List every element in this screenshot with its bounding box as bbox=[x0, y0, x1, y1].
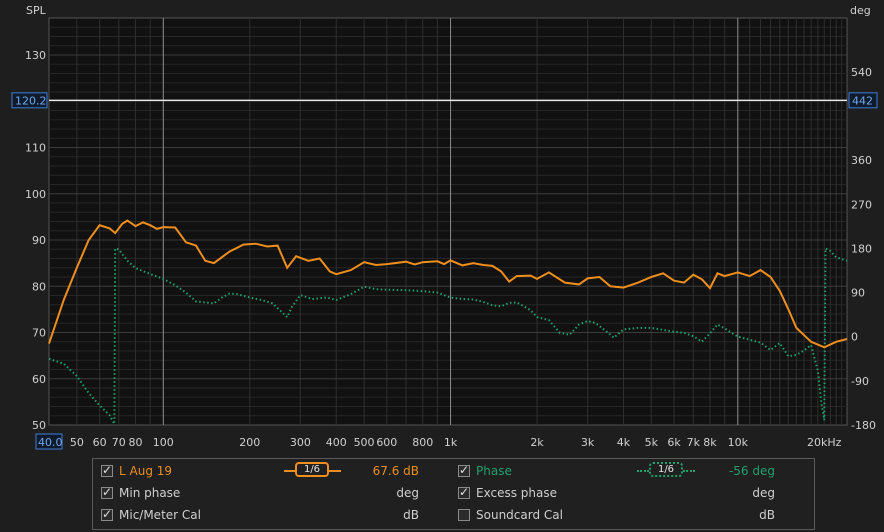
x-tick-label: 3k bbox=[581, 436, 595, 449]
y2-tick-label: 0 bbox=[851, 331, 858, 344]
svg-text:120.2: 120.2 bbox=[15, 94, 47, 107]
x-tick-label: 10k bbox=[728, 436, 749, 449]
cursor-y-readout: 120.2 bbox=[11, 92, 48, 109]
y2-tick-label: -90 bbox=[851, 375, 869, 388]
cursor-x-readout: 40.0 bbox=[35, 433, 63, 450]
y-tick-label: 100 bbox=[25, 188, 46, 201]
x-tick-label: 400 bbox=[326, 436, 347, 449]
y2-tick-label: 270 bbox=[851, 198, 872, 211]
x-tick-label: 200 bbox=[239, 436, 260, 449]
y-tick-label: 130 bbox=[25, 49, 46, 62]
y2-tick-label: 360 bbox=[851, 154, 872, 167]
spl-smoothing-button[interactable]: 1/6 bbox=[295, 462, 329, 477]
min-phase-label: Min phase bbox=[119, 486, 181, 500]
y2-tick-label: 180 bbox=[851, 242, 872, 255]
phase-legend-line-left bbox=[637, 470, 649, 472]
y-tick-label: 90 bbox=[32, 234, 46, 247]
x-tick-label: 6k bbox=[667, 436, 681, 449]
y2-tick-label: 540 bbox=[851, 66, 872, 79]
y-tick-label: 60 bbox=[32, 373, 46, 386]
soundcard-cal-unit: dB bbox=[759, 508, 775, 522]
soundcard-cal-checkbox[interactable] bbox=[458, 509, 470, 521]
svg-text:40.0: 40.0 bbox=[38, 436, 63, 449]
x-tick-label: 8k bbox=[703, 436, 717, 449]
soundcard-cal-label: Soundcard Cal bbox=[476, 508, 563, 522]
x-tick-label: 7k bbox=[687, 436, 701, 449]
y-tick-label: 80 bbox=[32, 280, 46, 293]
mic-cal-unit: dB bbox=[403, 508, 419, 522]
x-tick-label: 300 bbox=[290, 436, 311, 449]
y-tick-label: 70 bbox=[32, 327, 46, 340]
phase-visible-checkbox[interactable] bbox=[458, 463, 470, 477]
phase-legend-line-right bbox=[683, 470, 695, 472]
x-tick-label: 800 bbox=[412, 436, 433, 449]
cursor-y2-readout: 442 bbox=[848, 92, 878, 109]
mic-cal-checkbox[interactable] bbox=[101, 507, 113, 521]
right-axis-label: deg bbox=[850, 4, 871, 17]
mic-cal-label: Mic/Meter Cal bbox=[119, 508, 201, 522]
min-phase-unit: deg bbox=[396, 486, 419, 500]
x-tick-label: 80 bbox=[128, 436, 142, 449]
legend-panel: L Aug 19 1/6 67.6 dB Phase 1/6 -56 deg M… bbox=[92, 458, 815, 530]
y2-tick-label: 90 bbox=[851, 287, 865, 300]
x-tick-label: 1k bbox=[444, 436, 458, 449]
x-tick-label: 2k bbox=[530, 436, 544, 449]
x-tick-label: 70 bbox=[112, 436, 126, 449]
spl-phase-chart[interactable]: 50 60 70 80 100 200 300 400 500 600 800 1k 2k 3k 4k 5k 6… bbox=[0, 0, 884, 455]
x-tick-label: 20kHz bbox=[807, 436, 842, 449]
phase-smoothing-button[interactable]: 1/6 bbox=[649, 462, 683, 477]
excess-phase-checkbox[interactable] bbox=[458, 485, 470, 499]
spl-value-readout: 67.6 dB bbox=[372, 464, 419, 478]
y2-tick-label: -180 bbox=[851, 419, 876, 432]
excess-phase-label: Excess phase bbox=[476, 486, 557, 500]
legend-phase-name: Phase bbox=[476, 464, 512, 478]
legend-line-right bbox=[329, 470, 341, 472]
legend-row-measurement: L Aug 19 1/6 67.6 dB Phase 1/6 -56 deg bbox=[93, 461, 814, 483]
x-tick-label: 4k bbox=[617, 436, 631, 449]
legend-row-min-phase: Min phase deg Excess phase deg bbox=[93, 483, 814, 505]
y-tick-label: 50 bbox=[32, 419, 46, 432]
x-tick-label: 100 bbox=[153, 436, 174, 449]
legend-row-cal: Mic/Meter Cal dB Soundcard Cal dB bbox=[93, 505, 814, 527]
excess-phase-unit: deg bbox=[752, 486, 775, 500]
x-tick-label: 500 bbox=[354, 436, 375, 449]
spl-visible-checkbox[interactable] bbox=[101, 463, 113, 477]
y-tick-label: 110 bbox=[25, 142, 46, 155]
x-tick-label: 5k bbox=[645, 436, 659, 449]
x-tick-label: 600 bbox=[376, 436, 397, 449]
x-tick-label: 60 bbox=[93, 436, 107, 449]
min-phase-checkbox[interactable] bbox=[101, 485, 113, 499]
legend-series-name: L Aug 19 bbox=[119, 464, 173, 478]
phase-value-readout: -56 deg bbox=[728, 464, 775, 478]
left-axis-label: SPL bbox=[26, 4, 47, 17]
svg-text:442: 442 bbox=[852, 94, 873, 107]
x-tick-label: 50 bbox=[70, 436, 84, 449]
